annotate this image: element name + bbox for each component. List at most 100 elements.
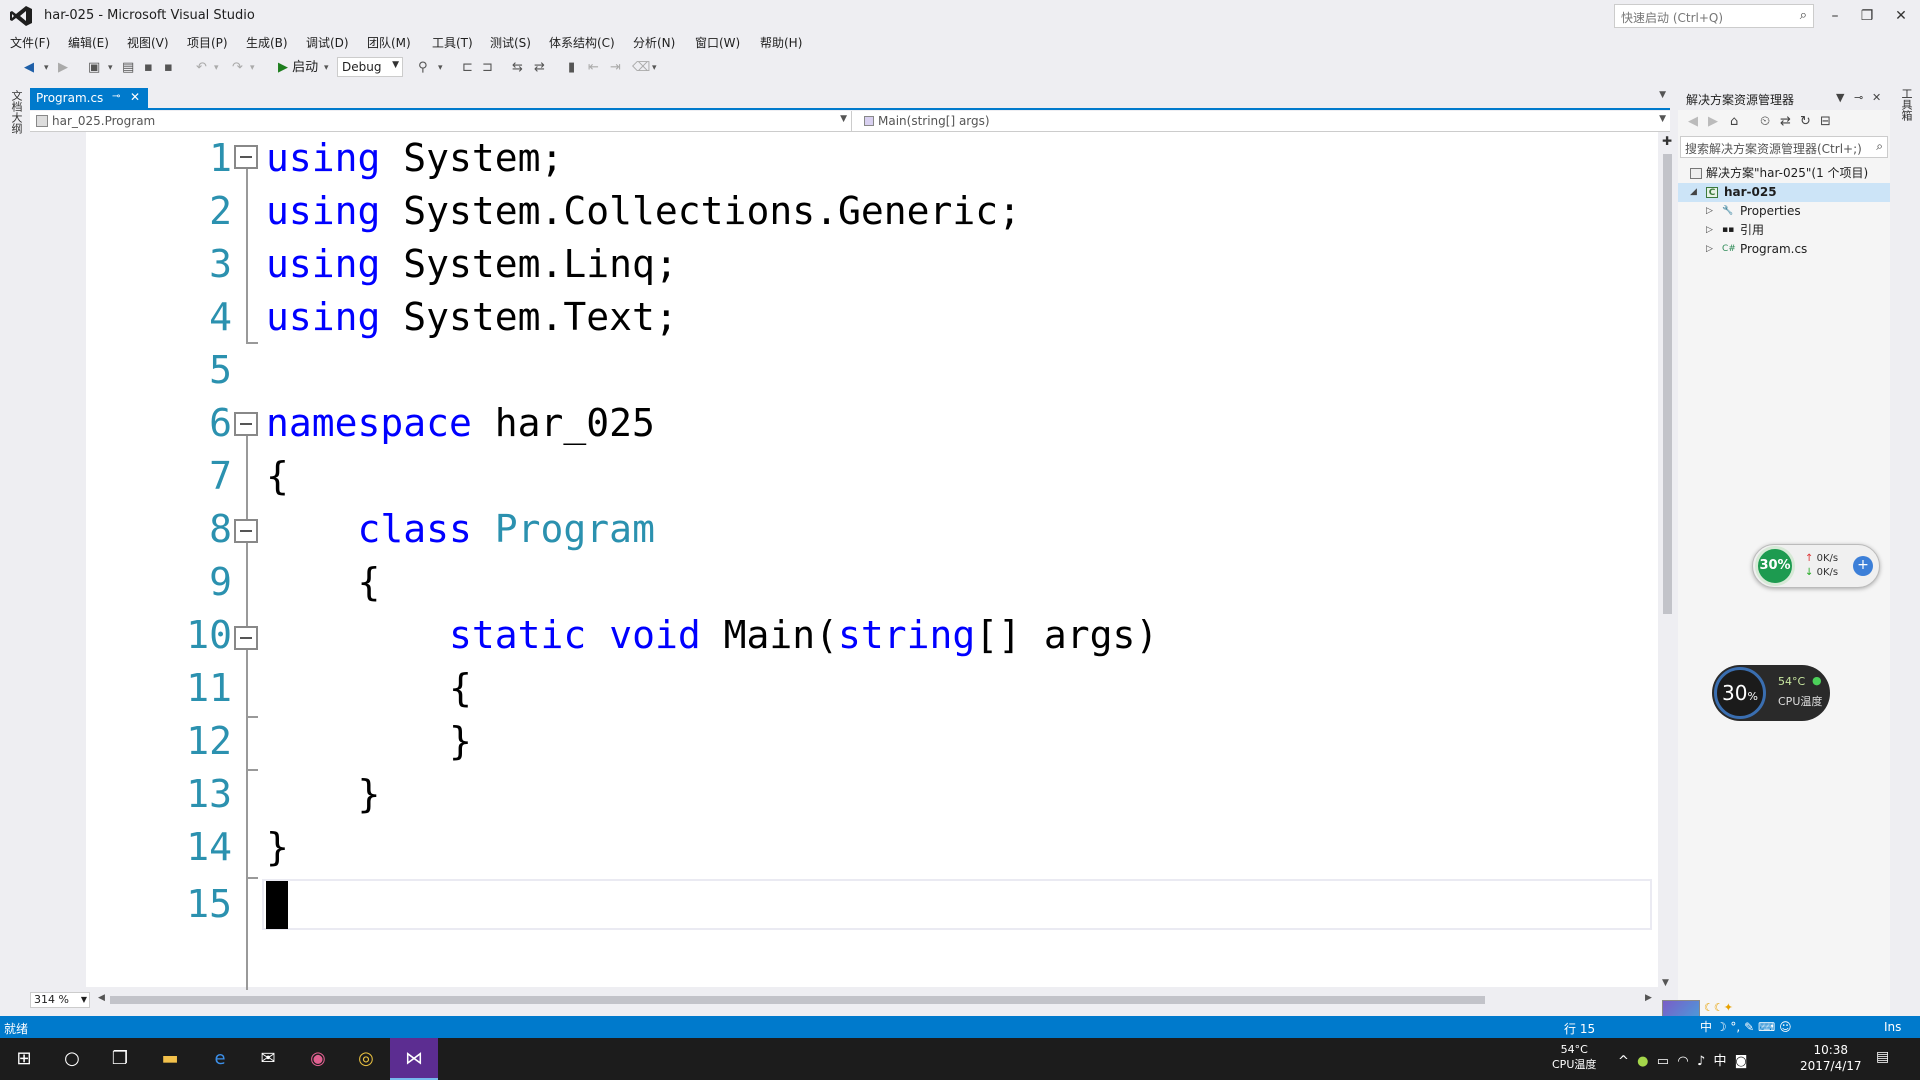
expanded-arrow-icon[interactable]: ◢ xyxy=(1690,183,1697,202)
keyboard-icon[interactable]: ⌨ xyxy=(1758,1020,1779,1034)
restore-button[interactable]: ❐ xyxy=(1852,4,1882,28)
tree-item-program-cs[interactable]: ▷ C# Program.cs xyxy=(1678,240,1890,259)
security-app-icon[interactable]: ● xyxy=(1637,1054,1648,1069)
refresh-icon[interactable]: ↻ xyxy=(1800,114,1811,129)
minimize-button[interactable]: – xyxy=(1820,4,1850,28)
scroll-down-icon[interactable]: ▼ xyxy=(1662,978,1669,988)
menu-architecture[interactable]: 体系结构(C) xyxy=(549,34,615,51)
save-all-icon[interactable]: ▪ xyxy=(164,58,173,78)
split-window-icon[interactable]: ✚ xyxy=(1662,134,1672,148)
menu-analyze[interactable]: 分析(N) xyxy=(633,34,675,51)
sync-icon[interactable]: ⇄ xyxy=(1780,114,1791,129)
ime-settings-icon[interactable]: ◙ xyxy=(1735,1054,1748,1069)
scrollbar-thumb[interactable] xyxy=(1663,154,1672,614)
horizontal-scrollbar-thumb[interactable] xyxy=(110,996,1485,1004)
emoji-icon[interactable]: ☺ xyxy=(1779,1020,1792,1034)
ime-mode[interactable]: 中 xyxy=(1700,1020,1712,1034)
next-bookmark-icon[interactable]: ⇥ xyxy=(610,58,621,78)
undo-dropdown-icon[interactable]: ▾ xyxy=(214,58,219,78)
photos-app-icon[interactable]: ◉ xyxy=(294,1038,342,1080)
find-icon[interactable]: ⚲ xyxy=(418,58,428,78)
menu-team[interactable]: 团队(M) xyxy=(367,34,411,51)
start-button[interactable]: ▶ 启动 xyxy=(278,58,318,78)
ime-toolbar[interactable]: 中 ☽ °, ✎ ⌨ ☺ xyxy=(1700,1018,1792,1036)
moon-icon[interactable]: ☽ xyxy=(1716,1020,1731,1034)
menu-debug[interactable]: 调试(D) xyxy=(306,34,349,51)
new-project-icon[interactable]: ▣ xyxy=(88,58,100,78)
save-icon[interactable]: ▪ xyxy=(144,58,153,78)
home-icon[interactable]: ⌂ xyxy=(1730,114,1738,129)
task-view-icon[interactable]: ❐ xyxy=(96,1038,144,1080)
menu-help[interactable]: 帮助(H) xyxy=(760,34,802,51)
plus-icon[interactable]: + xyxy=(1853,556,1873,576)
prev-bookmark-icon[interactable]: ⇤ xyxy=(588,58,599,78)
collapsed-arrow-icon[interactable]: ▷ xyxy=(1706,221,1713,240)
wifi-icon[interactable]: ◠ xyxy=(1677,1054,1688,1069)
solution-configuration-select[interactable]: Debug ▼ xyxy=(337,57,403,77)
edge-browser-icon[interactable]: e xyxy=(196,1038,244,1080)
menu-window[interactable]: 窗口(W) xyxy=(695,34,740,51)
scroll-left-icon[interactable]: ◀ xyxy=(98,993,105,1003)
close-icon[interactable]: ✕ xyxy=(130,90,140,104)
code-editor[interactable]: 1 using System; 2 using System.Collectio… xyxy=(30,132,1658,1010)
comment-icon[interactable]: ⇆ xyxy=(512,58,523,78)
battery-icon[interactable]: ▭ xyxy=(1657,1054,1669,1069)
back-dropdown-icon[interactable]: ▾ xyxy=(44,58,49,78)
toolbox-tab[interactable]: 工具箱 xyxy=(1898,88,1914,121)
back-icon[interactable]: ◀ xyxy=(1688,114,1698,129)
class-selector[interactable]: har_025.Program ▼ xyxy=(30,111,852,131)
back-icon[interactable]: ◀ xyxy=(24,58,34,78)
close-icon[interactable]: ✕ xyxy=(1872,91,1881,104)
chrome-icon[interactable]: ◎ xyxy=(342,1038,390,1080)
mail-icon[interactable]: ✉ xyxy=(244,1038,292,1080)
vertical-scrollbar[interactable]: ✚ ▼ xyxy=(1660,132,1676,990)
align-left-icon[interactable]: ⊏ xyxy=(462,58,473,78)
clock[interactable]: 10:38 2017/4/17 xyxy=(1800,1042,1862,1074)
redo-dropdown-icon[interactable]: ▾ xyxy=(250,58,255,78)
pin-icon[interactable]: ⊸ xyxy=(112,91,120,102)
cpu-temperature-widget[interactable]: 30% 54°C ● CPU温度 xyxy=(1712,665,1830,721)
tray-cpu-temperature[interactable]: 54°C CPU温度 xyxy=(1552,1042,1596,1072)
pending-changes-icon[interactable]: ⏲ xyxy=(1760,114,1770,129)
document-outline-tab[interactable]: 文档大纲 xyxy=(8,90,24,134)
redo-icon[interactable]: ↷ xyxy=(232,58,243,78)
menu-file[interactable]: 文件(F) xyxy=(10,34,50,51)
windows-start-icon[interactable]: ⊞ xyxy=(0,1038,48,1080)
collapse-all-icon[interactable]: ⊟ xyxy=(1820,114,1831,129)
chevron-down-icon[interactable]: ▼ xyxy=(1836,91,1844,104)
bookmark-icon[interactable]: ▮ xyxy=(568,58,575,78)
tree-item-solution[interactable]: 解决方案"har-025"(1 个项目) xyxy=(1678,164,1890,183)
toolbar-overflow-icon[interactable]: ▾ xyxy=(652,58,657,78)
open-file-icon[interactable]: ▤ xyxy=(122,58,134,78)
tree-item-project[interactable]: ◢ C har-025 xyxy=(1678,183,1890,202)
new-dropdown-icon[interactable]: ▾ xyxy=(108,58,113,78)
menu-build[interactable]: 生成(B) xyxy=(246,34,288,51)
pin-icon[interactable]: ⊸ xyxy=(1854,91,1863,104)
punctuation-icon[interactable]: °, xyxy=(1730,1020,1744,1034)
start-dropdown-icon[interactable]: ▾ xyxy=(324,58,329,78)
volume-icon[interactable]: ♪ xyxy=(1697,1054,1705,1069)
find-dropdown-icon[interactable]: ▾ xyxy=(438,58,443,78)
zoom-select[interactable]: 314 % ▼ xyxy=(30,992,90,1008)
cortana-search-icon[interactable]: ○ xyxy=(48,1038,96,1080)
forward-icon[interactable]: ▶ xyxy=(1708,114,1718,129)
collapsed-arrow-icon[interactable]: ▷ xyxy=(1706,240,1713,259)
menu-tools[interactable]: 工具(T) xyxy=(432,34,473,51)
tree-item-properties[interactable]: ▷ 🔧 Properties xyxy=(1678,202,1890,221)
menu-test[interactable]: 测试(S) xyxy=(490,34,531,51)
show-hidden-icons-icon[interactable]: ^ xyxy=(1618,1054,1629,1069)
tools-icon[interactable]: ✎ xyxy=(1744,1020,1758,1034)
undo-icon[interactable]: ↶ xyxy=(196,58,207,78)
collapsed-arrow-icon[interactable]: ▷ xyxy=(1706,202,1713,221)
menu-project[interactable]: 项目(P) xyxy=(187,34,228,51)
file-explorer-icon[interactable]: ▬ xyxy=(146,1038,194,1080)
tab-program-cs[interactable]: Program.cs ⊸ ✕ xyxy=(30,88,148,110)
close-button[interactable]: ✕ xyxy=(1886,4,1916,28)
forward-icon[interactable]: ▶ xyxy=(58,58,68,78)
solution-explorer-search-input[interactable]: 搜索解决方案资源管理器(Ctrl+;) ⌕ xyxy=(1680,136,1888,158)
tab-list-dropdown-icon[interactable]: ▼ xyxy=(1659,90,1666,100)
scroll-right-icon[interactable]: ▶ xyxy=(1645,993,1652,1003)
menu-view[interactable]: 视图(V) xyxy=(127,34,169,51)
align-right-icon[interactable]: ⊐ xyxy=(482,58,493,78)
network-speed-widget[interactable]: 30% ↑ 0K/s ↓ 0K/s + xyxy=(1752,544,1880,588)
